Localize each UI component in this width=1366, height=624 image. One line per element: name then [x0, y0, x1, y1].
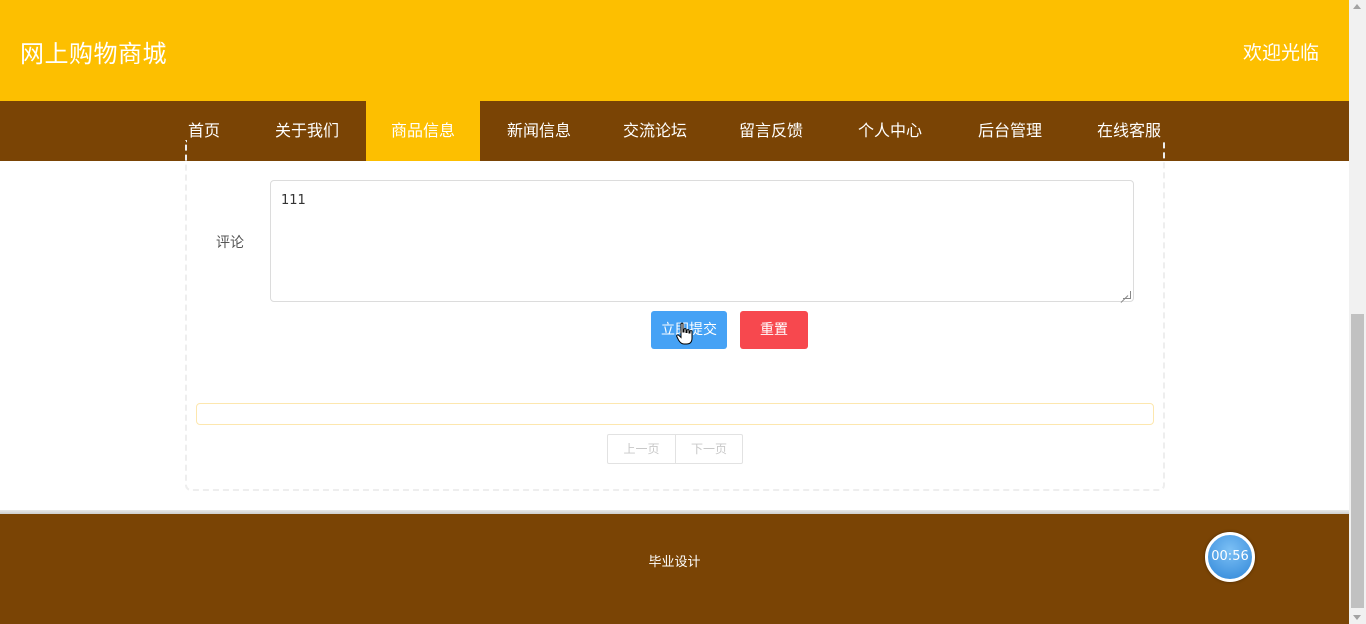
comment-label: 评论: [216, 235, 244, 251]
site-footer: 毕业设计: [0, 514, 1349, 624]
scroll-down-arrow-icon[interactable]: [1353, 615, 1361, 620]
reset-button[interactable]: 重置: [740, 311, 808, 349]
welcome-text: 欢迎光临: [1242, 42, 1319, 64]
next-page-button[interactable]: 下一页: [675, 435, 742, 463]
timer-badge[interactable]: 00:56: [1205, 532, 1255, 582]
scroll-up-arrow-icon[interactable]: [1353, 4, 1361, 9]
site-header: 网上购物商城 欢迎光临: [0, 0, 1349, 101]
vertical-scrollbar[interactable]: [1349, 0, 1366, 624]
page: 网上购物商城 欢迎光临 首页 关于我们 商品信息 新闻信息 交流论坛 留言反馈 …: [0, 0, 1366, 624]
site-title[interactable]: 网上购物商城: [20, 34, 167, 69]
resize-grip-icon[interactable]: [1123, 291, 1131, 299]
comment-textarea[interactable]: 111: [270, 180, 1134, 302]
comment-text: 111: [281, 193, 306, 208]
hand-cursor-icon: [676, 322, 693, 345]
scroll-thumb[interactable]: [1351, 314, 1364, 608]
footer-text: 毕业设计: [648, 555, 701, 570]
prev-page-button[interactable]: 上一页: [608, 435, 675, 463]
pagination: 上一页 下一页: [607, 434, 743, 464]
empty-list-area: [196, 403, 1154, 425]
